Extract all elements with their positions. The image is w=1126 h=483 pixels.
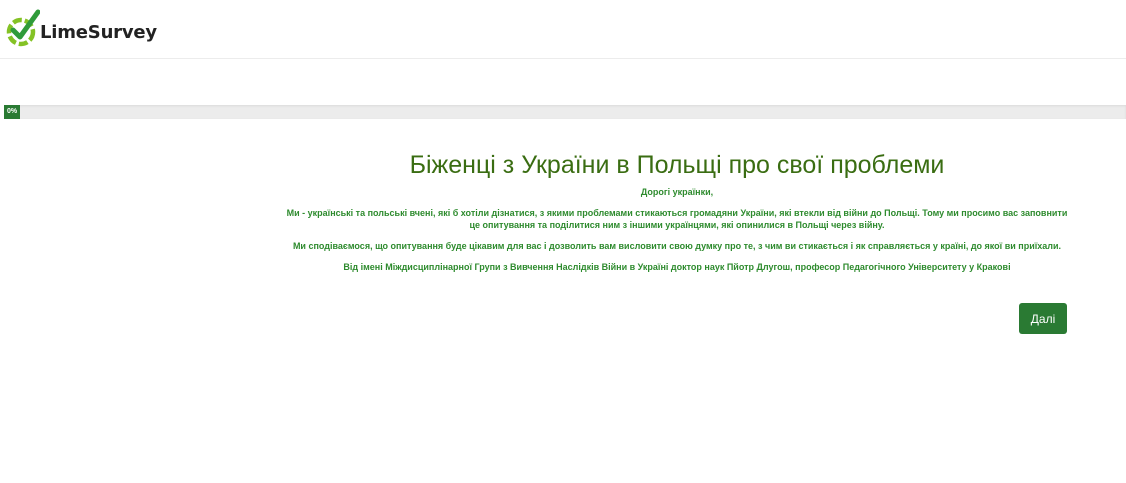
welcome-greeting: Дорогі українки,: [640, 187, 714, 197]
welcome-paragraph-signature: Від імені Міждисциплінарної Групи з Вивч…: [343, 262, 1011, 272]
limesurvey-logo-icon: [6, 9, 40, 47]
welcome-paragraph-intro: Ми - українські та польські вчені, які б…: [286, 208, 1068, 230]
header: LimeSurvey: [0, 0, 1126, 59]
logo-text: LimeSurvey: [40, 21, 157, 43]
progress-bar: 0%: [4, 105, 20, 119]
progress-track: 0%: [4, 105, 1126, 119]
welcome-paragraph-hope: Ми сподіваємося, що опитування буде ціка…: [292, 241, 1062, 251]
next-button[interactable]: Далі: [1019, 303, 1067, 334]
survey-welcome: Біженці з України в Польщі про свої проб…: [286, 150, 1068, 282]
logo[interactable]: LimeSurvey: [4, 9, 157, 49]
survey-title: Біженці з України в Польщі про свої проб…: [409, 151, 945, 179]
